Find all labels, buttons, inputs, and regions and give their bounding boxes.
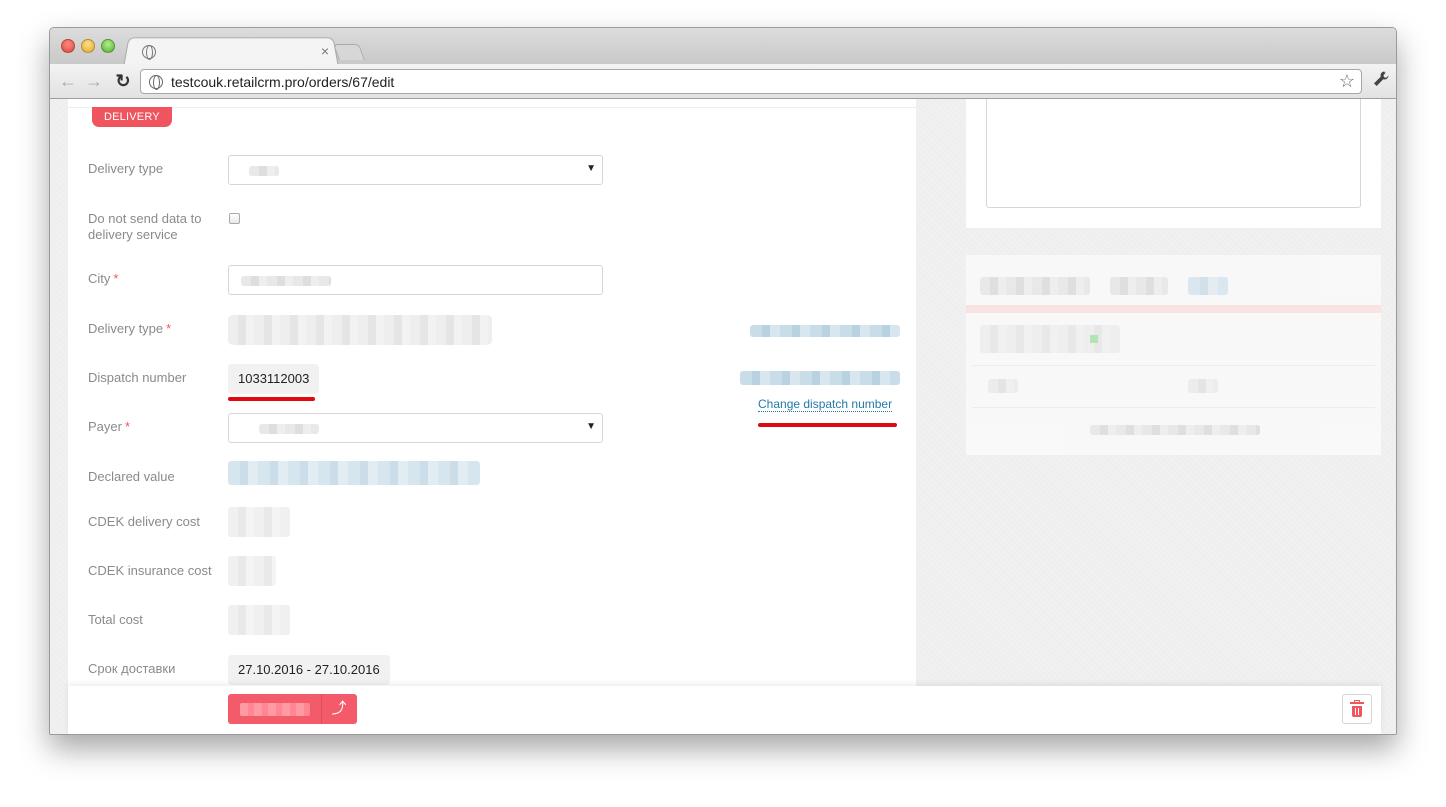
cdek-delivery-cost-label: CDEK delivery cost <box>88 514 200 529</box>
delivery-type-select[interactable]: ▼ <box>228 155 603 185</box>
redacted-text <box>1090 425 1260 435</box>
redacted-value <box>228 556 276 586</box>
redacted-link <box>750 325 900 337</box>
comment-panel <box>966 99 1381 228</box>
delivery-type-label: Delivery type <box>88 161 164 176</box>
redacted-card <box>966 255 1381 455</box>
redacted-value <box>228 461 480 485</box>
trash-icon <box>1350 700 1364 717</box>
reload-button[interactable]: ↻ <box>113 71 133 91</box>
delete-button[interactable] <box>1342 694 1372 724</box>
upload-icon[interactable]: ⤴ <box>329 699 349 719</box>
row-divider <box>972 407 1375 408</box>
address-url[interactable]: testcouk.retailcrm.pro/orders/67/edit <box>171 74 394 90</box>
redacted-text <box>980 277 1090 295</box>
zoom-window-button[interactable] <box>101 39 115 53</box>
dispatch-number-value: 1033112003 <box>228 364 320 394</box>
redacted-value <box>228 507 290 537</box>
wrench-icon[interactable] <box>1370 70 1392 92</box>
highlight-underline <box>228 397 315 401</box>
highlight-stripe <box>966 305 1381 313</box>
row-divider <box>972 365 1375 366</box>
address-bar[interactable]: testcouk.retailcrm.pro/orders/67/edit ☆ <box>140 69 1362 94</box>
close-window-button[interactable] <box>61 39 75 53</box>
redacted-text <box>1110 277 1168 295</box>
do-not-send-label: Do not send data to delivery service <box>88 211 202 242</box>
globe-icon <box>142 45 156 60</box>
do-not-send-checkbox[interactable] <box>229 213 240 224</box>
redacted-button-label <box>240 703 310 716</box>
change-dispatch-number-link[interactable]: Change dispatch number <box>758 397 893 412</box>
page-viewport: DELIVERY Delivery type ▼ Do not send dat… <box>50 99 1396 734</box>
delivery-section: DELIVERY Delivery type ▼ Do not send dat… <box>68 99 916 734</box>
delivery-tariff-label-text: Delivery type <box>88 321 164 336</box>
cdek-insurance-cost-label: CDEK insurance cost <box>88 563 212 578</box>
bottom-action-bar: ⤴ <box>68 686 1381 734</box>
comment-textarea[interactable] <box>986 99 1361 208</box>
redacted-value <box>241 276 331 286</box>
delivery-tariff-value <box>228 315 492 345</box>
city-label-text: City <box>88 271 111 286</box>
required-mark: * <box>113 271 119 286</box>
delivery-term-label: Срок доставки <box>88 661 176 676</box>
star-icon[interactable]: ☆ <box>1339 71 1355 92</box>
minimize-window-button[interactable] <box>81 39 95 53</box>
required-mark: * <box>166 321 172 336</box>
redacted-text <box>1188 379 1218 393</box>
declared-value-label: Declared value <box>88 469 175 484</box>
status-dot <box>1090 335 1098 343</box>
chevron-down-icon: ▼ <box>586 163 596 174</box>
payer-label: Payer * <box>88 419 130 435</box>
total-cost-label: Total cost <box>88 612 143 627</box>
button-divider <box>321 694 322 724</box>
payer-label-text: Payer <box>88 419 122 434</box>
city-label: City * <box>88 271 118 287</box>
redacted-text <box>1188 277 1228 295</box>
delivery-tariff-label: Delivery type * <box>88 321 171 337</box>
highlight-underline <box>758 423 897 427</box>
redacted-text <box>988 379 1018 393</box>
dispatch-number-label: Dispatch number <box>88 370 187 385</box>
section-divider <box>68 107 916 108</box>
redacted-badge <box>980 325 1120 353</box>
save-button[interactable]: ⤴ <box>228 694 357 724</box>
title-bar: × <box>50 28 1396 66</box>
redacted-value <box>228 605 290 635</box>
browser-window: × ← → ↻ testcouk.retailcrm.pro/orders/67… <box>49 27 1397 735</box>
browser-tab-content[interactable]: × <box>132 40 332 64</box>
redacted-value <box>259 424 319 434</box>
back-button[interactable]: ← <box>58 71 78 91</box>
payer-select[interactable]: ▼ <box>228 413 603 443</box>
chevron-down-icon: ▼ <box>586 421 596 432</box>
redacted-link <box>740 371 900 385</box>
globe-icon <box>149 75 163 90</box>
delivery-term-value: 27.10.2016 - 27.10.2016 <box>228 655 390 685</box>
close-icon[interactable]: × <box>318 43 332 59</box>
required-mark: * <box>124 419 131 434</box>
city-input[interactable] <box>228 265 603 295</box>
trash-lid <box>1350 702 1364 704</box>
section-badge: DELIVERY <box>92 107 172 127</box>
browser-toolbar: ← → ↻ testcouk.retailcrm.pro/orders/67/e… <box>50 64 1396 99</box>
new-tab-button[interactable] <box>333 44 365 60</box>
wrench-icon-svg <box>1374 71 1389 86</box>
trash-can <box>1352 706 1362 717</box>
forward-button[interactable]: → <box>84 71 104 91</box>
redacted-value <box>249 166 279 176</box>
